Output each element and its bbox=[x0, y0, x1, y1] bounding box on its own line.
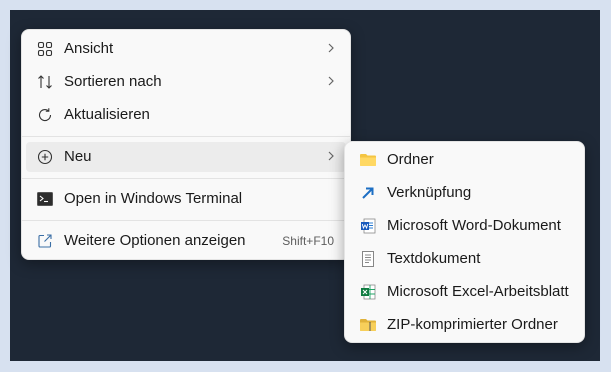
menu-separator bbox=[22, 178, 350, 179]
menu-item-view[interactable]: Ansicht bbox=[26, 34, 346, 64]
chevron-right-icon bbox=[326, 72, 336, 93]
menu-item-label: Aktualisieren bbox=[64, 106, 150, 123]
submenu-item-label: Microsoft Excel-Arbeitsblatt bbox=[387, 283, 569, 300]
menu-item-label: Sortieren nach bbox=[64, 73, 162, 90]
submenu-item-label: Verknüpfung bbox=[387, 184, 472, 201]
grid-view-icon bbox=[36, 40, 54, 58]
menu-item-label: Neu bbox=[64, 148, 92, 165]
folder-icon bbox=[359, 151, 377, 169]
shortcut-arrow-icon bbox=[359, 184, 377, 202]
submenu-item-label: Textdokument bbox=[387, 250, 481, 267]
submenu-item-label: Ordner bbox=[387, 151, 434, 168]
menu-item-label: Ansicht bbox=[64, 40, 114, 57]
zip-folder-icon bbox=[359, 316, 377, 334]
word-document-icon bbox=[359, 217, 377, 235]
menu-item-new[interactable]: Neu bbox=[26, 142, 346, 172]
submenu-item-zip-folder[interactable]: ZIP-komprimierter Ordner bbox=[349, 310, 580, 340]
menu-item-label: Open in Windows Terminal bbox=[64, 190, 243, 207]
menu-separator bbox=[22, 136, 350, 137]
menu-item-show-more-options[interactable]: Weitere Optionen anzeigen Shift+F10 bbox=[26, 226, 346, 256]
excel-sheet-icon bbox=[359, 283, 377, 301]
sort-icon bbox=[36, 73, 54, 91]
submenu-item-excel-sheet[interactable]: Microsoft Excel-Arbeitsblatt bbox=[349, 277, 580, 307]
text-document-icon bbox=[359, 250, 377, 268]
menu-item-open-terminal[interactable]: Open in Windows Terminal bbox=[26, 184, 346, 214]
chevron-right-icon bbox=[326, 39, 336, 60]
refresh-icon bbox=[36, 106, 54, 124]
add-circle-icon bbox=[36, 148, 54, 166]
menu-item-refresh[interactable]: Aktualisieren bbox=[26, 100, 346, 130]
submenu-item-word-document[interactable]: Microsoft Word-Dokument bbox=[349, 211, 580, 241]
share-icon bbox=[36, 232, 54, 250]
submenu-item-label: Microsoft Word-Dokument bbox=[387, 217, 561, 234]
menu-separator bbox=[22, 220, 350, 221]
chevron-right-icon bbox=[326, 147, 336, 168]
submenu-item-shortcut[interactable]: Verknüpfung bbox=[349, 178, 580, 208]
keyboard-shortcut: Shift+F10 bbox=[282, 234, 334, 248]
menu-item-label: Weitere Optionen anzeigen bbox=[64, 232, 246, 249]
menu-item-sort-by[interactable]: Sortieren nach bbox=[26, 67, 346, 97]
new-submenu: Ordner Verknüpfung Microsoft Word-Dokume… bbox=[344, 141, 585, 343]
submenu-item-folder[interactable]: Ordner bbox=[349, 145, 580, 175]
submenu-item-text-document[interactable]: Textdokument bbox=[349, 244, 580, 274]
terminal-icon bbox=[36, 190, 54, 208]
submenu-item-label: ZIP-komprimierter Ordner bbox=[387, 316, 558, 333]
desktop-context-menu: Ansicht Sortieren nach Aktualisieren Neu bbox=[21, 29, 351, 260]
